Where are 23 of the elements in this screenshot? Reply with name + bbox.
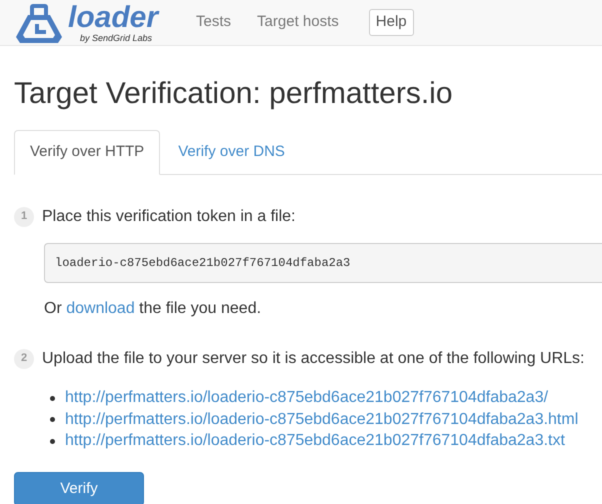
step-number: 2	[14, 348, 34, 368]
bullet-icon	[50, 438, 55, 444]
bullet-icon	[50, 417, 55, 422]
download-link[interactable]: download	[66, 300, 135, 316]
step-text: Place this verification token in a file:	[42, 206, 296, 226]
verify-button[interactable]: Verify	[14, 472, 144, 504]
url-link[interactable]: http://perfmatters.io/loaderio-c875ebd6ace21b027f767104dfaba2a3.txt	[65, 429, 565, 454]
step-number: 1	[14, 206, 34, 226]
url-link[interactable]: http://perfmatters.io/loaderio-c875ebd6ace21b027f767104dfaba2a3/	[65, 386, 548, 410]
verification-token: loaderio-c875ebd6ace21b027f767104dfaba2a3	[55, 254, 350, 272]
download-note: Or download the file you need.	[44, 298, 262, 318]
nav-link[interactable]: Tests	[196, 11, 232, 34]
page-title: Target Verification: perfmatters.io	[14, 76, 454, 112]
step-text: Upload the file to your server so it is accessible at one of the following URLs:	[42, 348, 584, 368]
tab[interactable]: Verify over HTTP	[14, 130, 160, 174]
kettlebell-logo-icon[interactable]	[14, 2, 64, 44]
url-link[interactable]: http://perfmatters.io/loaderio-c875ebd6ace21b027f767104dfaba2a3.html	[65, 408, 578, 432]
bullet-icon	[50, 396, 55, 401]
brand-name[interactable]: loader	[68, 2, 158, 32]
help-button[interactable]: Help	[368, 9, 414, 36]
nav-link[interactable]: Target hosts	[257, 11, 339, 34]
tab[interactable]: Verify over DNS	[162, 130, 301, 174]
brand-tagline: by SendGrid Labs	[79, 34, 154, 42]
